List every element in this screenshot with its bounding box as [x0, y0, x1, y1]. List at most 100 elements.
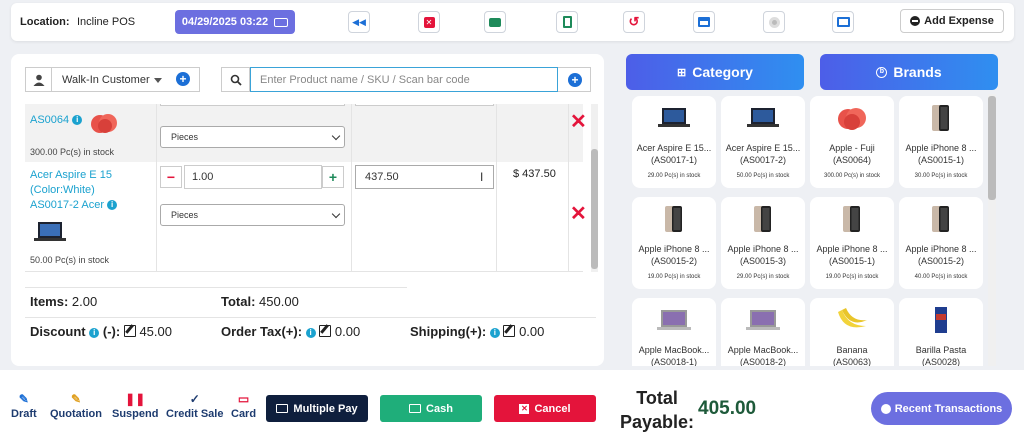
cart-panel: Walk-In Customer + + AS0064 i 300.00 Pc(…	[11, 54, 604, 366]
total-payable-label: Total Payable:	[620, 386, 694, 434]
credit-sale-button[interactable]: ✓ Credit Sale	[166, 392, 223, 420]
close-box-icon: ✕	[423, 16, 435, 28]
unit-select-value: Pieces	[171, 210, 199, 220]
remove-line-button[interactable]: ✕	[570, 112, 587, 132]
draft-label: Draft	[11, 408, 37, 420]
datetime-text: 04/29/2025 03:22	[181, 16, 269, 28]
close-box-icon: ✕	[519, 403, 530, 414]
chevron-down-icon	[331, 131, 341, 141]
add-expense-button[interactable]: Add Expense	[900, 9, 1004, 33]
fullscreen-button[interactable]	[763, 11, 785, 33]
cash-button[interactable]: Cash	[380, 395, 482, 422]
calculator-button[interactable]	[556, 11, 578, 33]
tab-brands[interactable]: b Brands	[820, 54, 998, 90]
add-product-button[interactable]: +	[568, 73, 582, 87]
product-card[interactable]: Apple iPhone 8 ... (AS0015-2) 19.00 Pc(s) …	[632, 197, 716, 289]
draft-button[interactable]: ✎ Draft	[11, 392, 37, 420]
register-details-button[interactable]	[484, 11, 506, 33]
window-icon	[698, 17, 710, 27]
quotation-button[interactable]: ✎ Quotation	[50, 392, 102, 420]
divider	[25, 317, 596, 318]
cart-scrollbar[interactable]	[591, 104, 598, 272]
tax-label: Order Tax(+):	[221, 324, 303, 339]
product-card[interactable]: Apple iPhone 8 ... (AS0015-3) 29.00 Pc(s) …	[721, 197, 805, 289]
items-count: Items: 2.00	[30, 294, 97, 309]
product-name-line1[interactable]: Acer Aspire E 15	[30, 168, 117, 183]
product-image	[656, 104, 692, 132]
product-card-code: (AS0017-2)	[739, 155, 787, 165]
close-register-button[interactable]: ✕	[418, 11, 440, 33]
unit-price-input[interactable]: 437.50	[355, 165, 494, 189]
product-card[interactable]: Apple iPhone 8 ... (AS0015-1) 19.00 Pc(s) …	[810, 197, 894, 289]
table-row: Acer Aspire E 15 (Color:White) AS0017-2 …	[25, 162, 587, 272]
recent-transactions-button[interactable]: Recent Transactions	[871, 392, 1012, 425]
product-card[interactable]: Acer Aspire E 15... (AS0017-2) 50.00 Pc(s)…	[721, 96, 805, 188]
product-card-code: (AS0015-1)	[828, 256, 876, 266]
product-card-name: Apple MacBook...	[727, 345, 799, 355]
suspend-label: Suspend	[112, 408, 159, 420]
total-value: 450.00	[259, 294, 299, 309]
product-card[interactable]: Banana (AS0063)	[810, 298, 894, 366]
add-expense-label: Add Expense	[924, 15, 994, 27]
minus-circle-icon	[910, 16, 921, 26]
user-icon	[26, 68, 52, 91]
items-label: Items:	[30, 294, 69, 309]
credit-sale-label: Credit Sale	[166, 408, 224, 420]
info-icon[interactable]: i	[489, 327, 500, 338]
info-icon[interactable]: i	[89, 327, 100, 338]
remove-line-button[interactable]: ✕	[570, 204, 587, 224]
product-image	[834, 306, 870, 334]
product-image	[745, 205, 781, 233]
datetime-button[interactable]: 04/29/2025 03:22	[175, 10, 295, 34]
sell-return-button[interactable]: ↺	[623, 11, 645, 33]
multiple-pay-button[interactable]: Multiple Pay	[266, 395, 368, 422]
go-back-button[interactable]: ◀◀	[348, 11, 370, 33]
add-customer-button[interactable]: +	[176, 72, 190, 86]
scroll-thumb[interactable]	[591, 149, 598, 269]
edit-tax-icon[interactable]	[319, 325, 332, 337]
product-card[interactable]: Barilla Pasta (AS0028)	[899, 298, 983, 366]
qty-increment-button[interactable]: +	[322, 166, 344, 188]
unit-select[interactable]: Pieces	[160, 126, 345, 148]
quantity-input[interactable]: 1.00	[184, 165, 322, 189]
edit-icon: ✎	[18, 392, 29, 406]
cancel-button[interactable]: ✕ Cancel	[494, 395, 596, 422]
money-icon	[409, 404, 422, 413]
scroll-thumb[interactable]	[988, 96, 996, 200]
tab-brands-label: Brands	[893, 64, 942, 80]
product-card[interactable]: Apple MacBook... (AS0018-1)	[632, 298, 716, 366]
product-image	[923, 104, 959, 132]
view-suspended-button[interactable]	[693, 11, 715, 33]
edit-discount-icon[interactable]	[123, 325, 136, 337]
customer-select[interactable]: Walk-In Customer	[25, 67, 200, 92]
product-search-input[interactable]	[250, 67, 558, 92]
tab-category[interactable]: ⊞ Category	[626, 54, 804, 90]
info-icon[interactable]: i	[72, 115, 83, 126]
product-card-code: (AS0063)	[832, 357, 872, 366]
product-sku[interactable]: AS0064	[30, 114, 69, 126]
suspend-button[interactable]: ❚❚ Suspend	[112, 392, 158, 420]
product-card-code: (AS0028)	[921, 357, 961, 366]
product-card[interactable]: Acer Aspire E 15... (AS0017-1) 29.00 Pc(s)…	[632, 96, 716, 188]
product-name-line3[interactable]: AS0017-2 Acer	[30, 199, 104, 211]
product-card[interactable]: Apple iPhone 8 ... (AS0015-1) 30.00 Pc(s) …	[899, 96, 983, 188]
location-value: Incline POS	[77, 16, 136, 28]
product-name-line2[interactable]: (Color:White)	[30, 183, 117, 198]
product-name: Acer Aspire E 15 (Color:White) AS0017-2 …	[30, 168, 118, 213]
qty-decrement-button[interactable]: −	[160, 166, 182, 188]
circle-icon	[768, 16, 780, 28]
unit-select[interactable]: Pieces	[160, 204, 345, 226]
customer-select-value: Walk-In Customer	[62, 74, 150, 86]
product-card[interactable]: Apple iPhone 8 ... (AS0015-2) 40.00 Pc(s) …	[899, 197, 983, 289]
info-icon[interactable]: i	[305, 327, 316, 338]
product-sku-row1[interactable]: AS0064 i	[30, 114, 83, 126]
edit-shipping-icon[interactable]	[503, 325, 516, 337]
info-icon[interactable]: i	[107, 200, 118, 211]
keyboard-icon	[274, 17, 289, 27]
customer-display-button[interactable]	[832, 11, 854, 33]
shipping-summary: Shipping(+): i 0.00	[410, 324, 544, 339]
product-card[interactable]: Apple - Fuji (AS0064) 300.00 Pc(s) in stoc…	[810, 96, 894, 188]
card-button[interactable]: ▭ Card	[231, 392, 256, 420]
product-grid-scrollbar[interactable]	[988, 94, 996, 366]
product-card[interactable]: Apple MacBook... (AS0018-2)	[721, 298, 805, 366]
